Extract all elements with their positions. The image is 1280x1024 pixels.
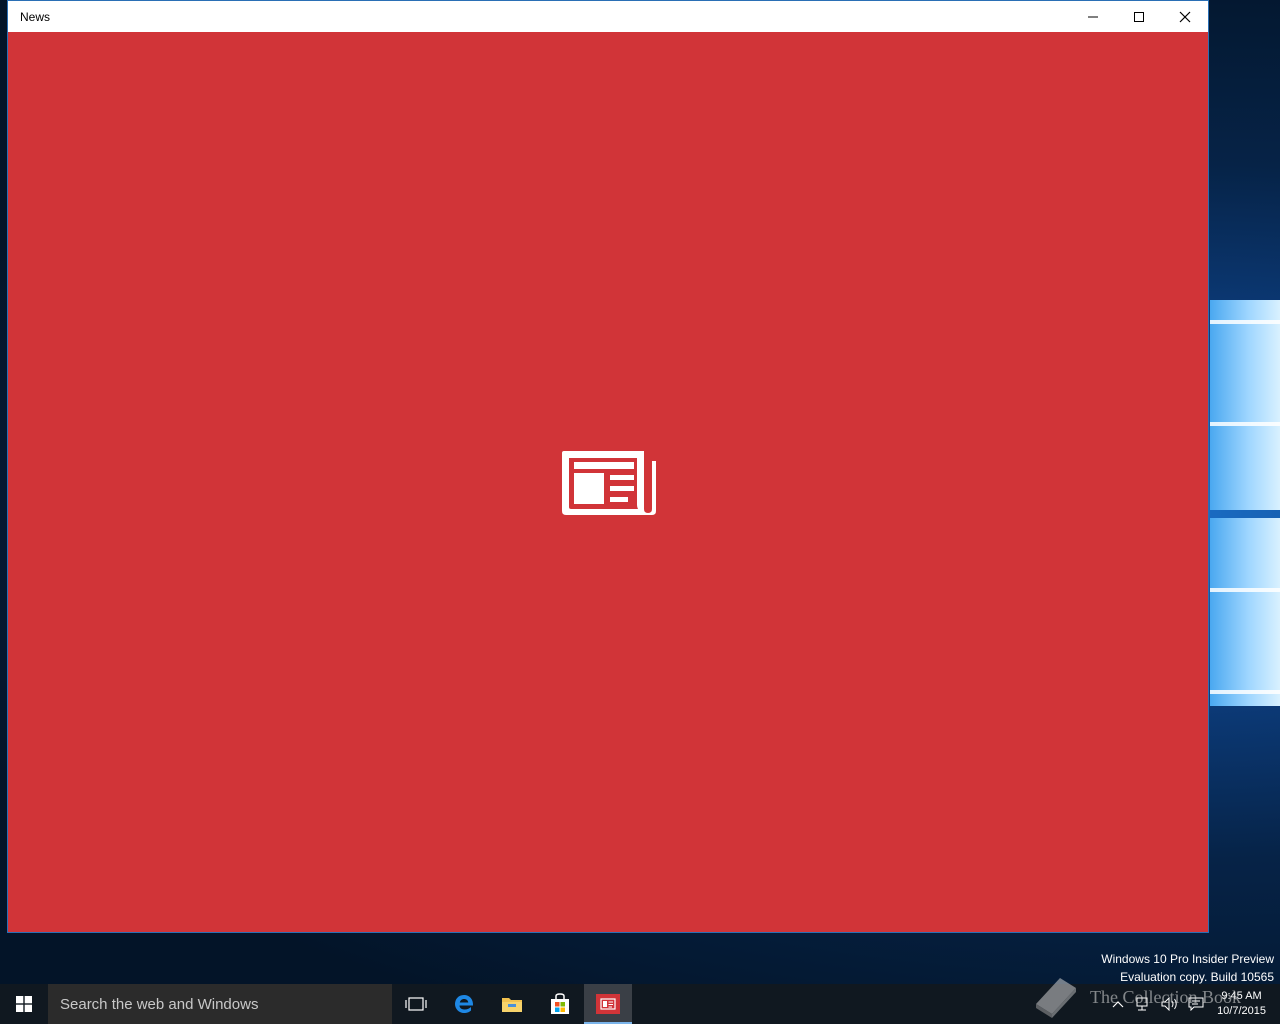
start-button[interactable] xyxy=(0,984,48,1024)
collection-book-text: The Collection Book xyxy=(1090,986,1241,1007)
logo-streak xyxy=(1210,320,1280,324)
windows-start-icon xyxy=(16,996,32,1012)
collection-book-watermark: The Collection Book xyxy=(1030,974,1241,1020)
minimize-icon xyxy=(1088,16,1098,17)
file-explorer-button[interactable] xyxy=(488,984,536,1024)
desktop-wallpaper-logo xyxy=(1210,280,1280,720)
title-bar[interactable]: News xyxy=(8,1,1208,32)
watermark-line-1: Windows 10 Pro Insider Preview xyxy=(1101,952,1274,966)
logo-streak xyxy=(1210,588,1280,592)
logo-pane-top xyxy=(1210,300,1280,510)
edge-icon xyxy=(455,995,474,1013)
file-explorer-icon xyxy=(502,998,522,1012)
maximize-icon xyxy=(1134,11,1144,22)
close-icon xyxy=(1179,11,1191,22)
news-app-button[interactable] xyxy=(584,984,632,1024)
edge-button[interactable] xyxy=(440,984,488,1024)
newspaper-icon xyxy=(562,451,656,515)
news-app-icon xyxy=(596,994,620,1014)
logo-pane-bottom xyxy=(1210,518,1280,706)
book-icon xyxy=(1036,978,1076,1018)
store-icon xyxy=(551,993,569,1014)
window-title: News xyxy=(20,9,51,24)
news-app-window: News xyxy=(7,0,1209,933)
minimize-button[interactable] xyxy=(1070,1,1116,32)
splash-screen xyxy=(8,32,1208,932)
close-button[interactable] xyxy=(1162,1,1208,32)
logo-streak xyxy=(1210,690,1280,694)
store-button[interactable] xyxy=(536,984,584,1024)
task-view-button[interactable] xyxy=(392,984,440,1024)
maximize-button[interactable] xyxy=(1116,1,1162,32)
search-placeholder: Search the web and Windows xyxy=(60,995,259,1013)
search-box[interactable]: Search the web and Windows xyxy=(48,984,392,1024)
task-view-icon xyxy=(405,997,427,1011)
logo-streak xyxy=(1210,422,1280,426)
